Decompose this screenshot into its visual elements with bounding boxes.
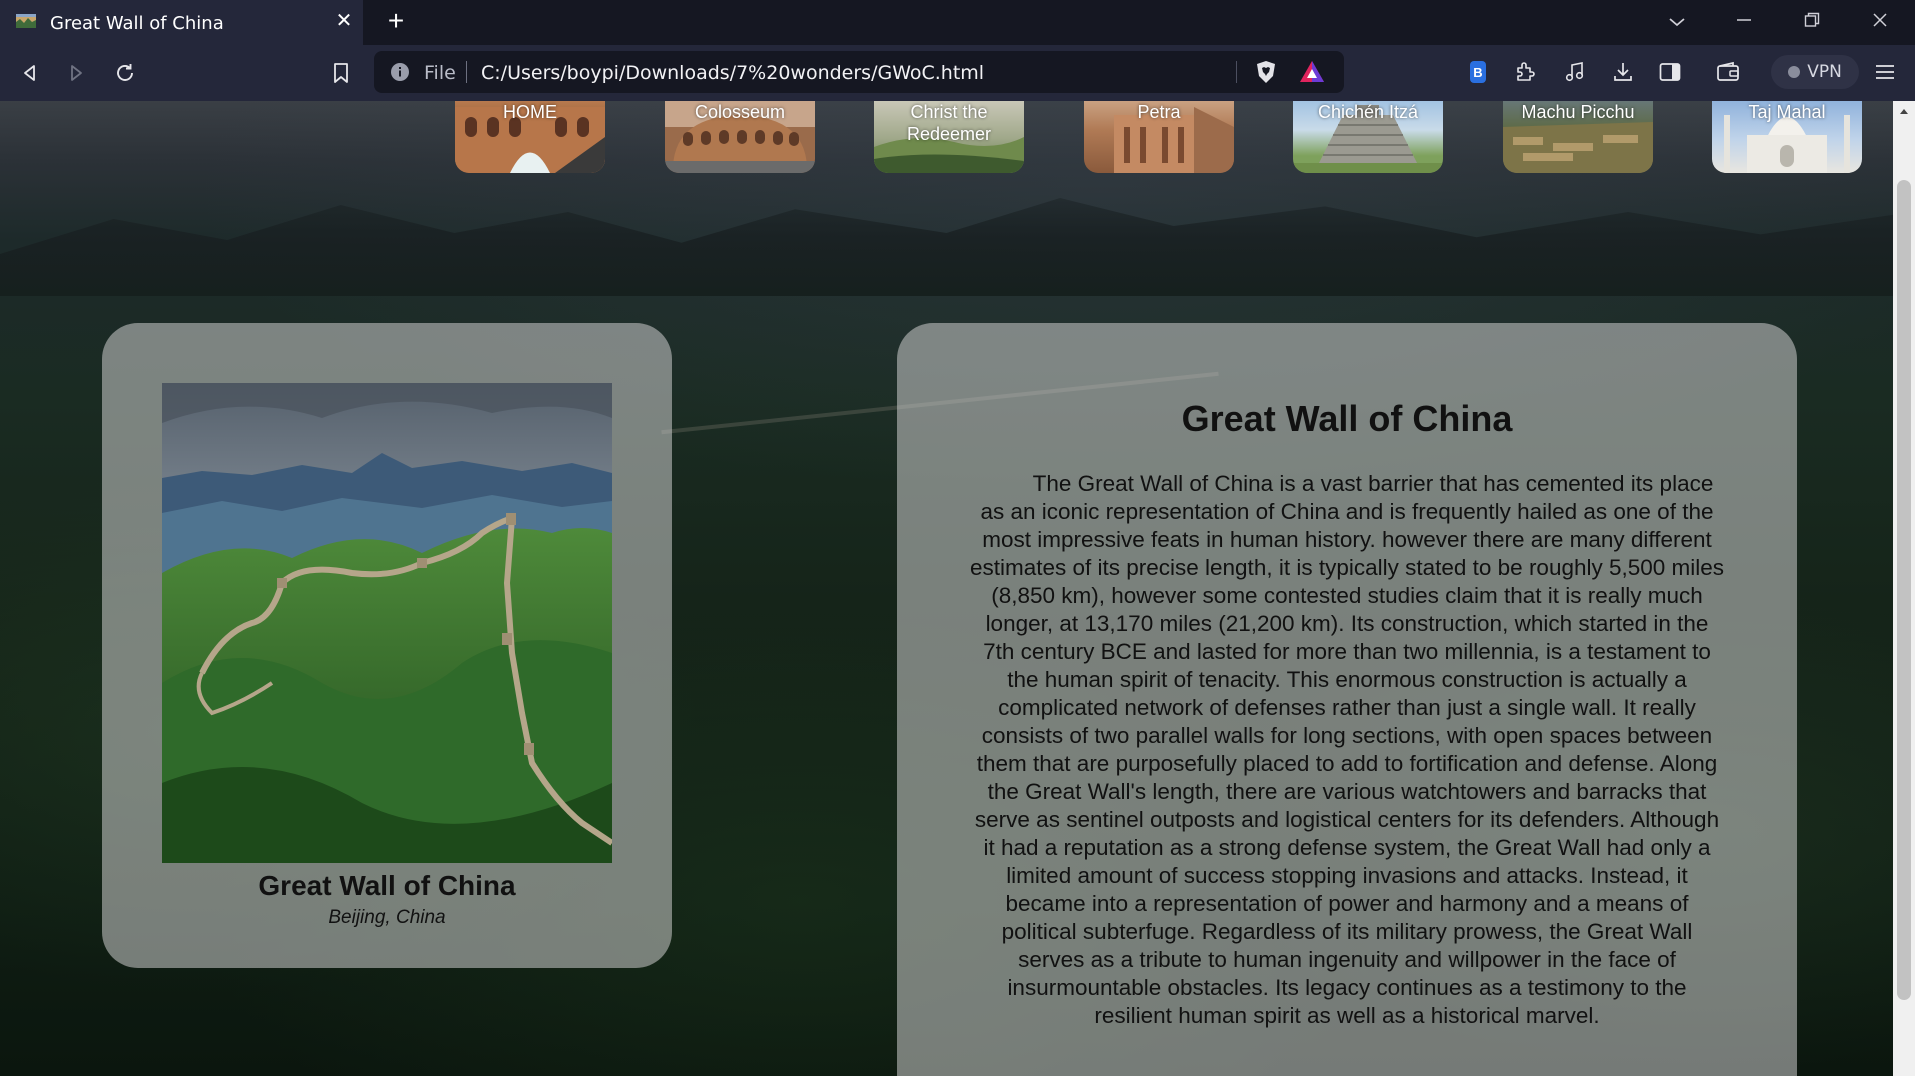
scrollbar-thumb[interactable]	[1897, 180, 1911, 1000]
great-wall-photo	[162, 383, 612, 863]
tab-strip: Great Wall of China ✕ +	[0, 0, 1915, 45]
svg-text:B: B	[1473, 65, 1482, 80]
nav-label-christ-the-redeemer: Christ the Redeemer	[906, 102, 992, 144]
new-tab-button[interactable]: +	[384, 7, 408, 35]
site-info-icon[interactable]	[390, 62, 410, 82]
url-divider	[466, 61, 467, 83]
feature-location: Beijing, China	[328, 907, 446, 928]
nav-thumb-petra[interactable]: Petra	[1084, 101, 1234, 173]
article-body: The Great Wall of China is a vast barrie…	[969, 471, 1725, 1028]
nav-label-chichen-itza: Chichén Itzá	[1317, 102, 1419, 122]
tab-title: Great Wall of China	[50, 13, 224, 34]
brave-rewards-icon[interactable]	[1299, 60, 1325, 84]
page-favicon-icon	[16, 14, 36, 28]
bookmark-icon[interactable]	[327, 59, 355, 87]
nav-label-home: HOME	[503, 102, 557, 122]
nav-thumb-machu-picchu[interactable]: Machu Picchu	[1503, 101, 1653, 173]
browser-toolbar: File C:/Users/boypi/Downloads/7%20wonder…	[0, 45, 1915, 101]
nav-thumb-colosseum[interactable]: Colosseum	[665, 101, 815, 173]
background-mountain-ridge	[0, 198, 1893, 296]
forward-icon[interactable]	[62, 59, 90, 87]
nav-label-petra: Petra	[1137, 102, 1181, 122]
tab-close-icon[interactable]: ✕	[334, 11, 354, 31]
nav-label-machu-picchu: Machu Picchu	[1521, 102, 1635, 122]
scroll-up-arrow-icon[interactable]	[1897, 105, 1911, 119]
url-divider	[1236, 61, 1237, 83]
page-viewport: HOME Colosseum Christ the Redeemer Petra…	[0, 101, 1893, 1076]
nav-label-colosseum: Colosseum	[694, 102, 786, 122]
nav-label-taj-mahal: Taj Mahal	[1748, 102, 1826, 122]
restore-icon[interactable]	[1797, 8, 1827, 36]
wallet-icon[interactable]	[1714, 58, 1742, 86]
address-bar[interactable]: File C:/Users/boypi/Downloads/7%20wonder…	[374, 51, 1344, 93]
reload-icon[interactable]	[111, 59, 139, 87]
page-scrollbar[interactable]	[1893, 101, 1915, 1076]
menu-icon[interactable]	[1871, 58, 1899, 86]
password-manager-icon[interactable]: B	[1464, 58, 1492, 86]
nav-thumb-taj-mahal[interactable]: Taj Mahal	[1712, 101, 1862, 173]
article-title: Great Wall of China	[1181, 398, 1513, 439]
nav-thumb-christ-the-redeemer[interactable]: Christ the Redeemer	[874, 101, 1024, 173]
brave-shields-icon[interactable]	[1254, 60, 1278, 84]
url-text[interactable]: C:/Users/boypi/Downloads/7%20wonders/GWo…	[481, 62, 984, 84]
sidebar-toggle-icon[interactable]	[1656, 58, 1684, 86]
downloads-icon[interactable]	[1609, 58, 1637, 86]
nav-thumb-home[interactable]: HOME	[455, 101, 605, 173]
close-window-icon[interactable]	[1865, 8, 1895, 36]
url-scheme-label: File	[424, 62, 456, 84]
nav-thumb-chichen-itza[interactable]: Chichén Itzá	[1293, 101, 1443, 173]
back-icon[interactable]	[16, 59, 44, 87]
media-music-icon[interactable]	[1561, 58, 1589, 86]
vpn-label: VPN	[1807, 62, 1842, 82]
tab-search-chevron-icon[interactable]	[1662, 8, 1692, 36]
feature-title: Great Wall of China	[258, 870, 516, 901]
article-card: Great Wall of China The Great Wall of Ch…	[897, 323, 1797, 1076]
vpn-status-icon	[1788, 66, 1801, 78]
active-tab[interactable]: Great Wall of China ✕	[0, 0, 363, 45]
wonders-nav: HOME Colosseum Christ the Redeemer Petra…	[0, 101, 1893, 173]
minimize-icon[interactable]	[1729, 8, 1759, 36]
extensions-icon[interactable]	[1511, 58, 1539, 86]
vpn-button[interactable]: VPN	[1771, 55, 1859, 89]
feature-card: Great Wall of China Beijing, China	[102, 323, 672, 968]
